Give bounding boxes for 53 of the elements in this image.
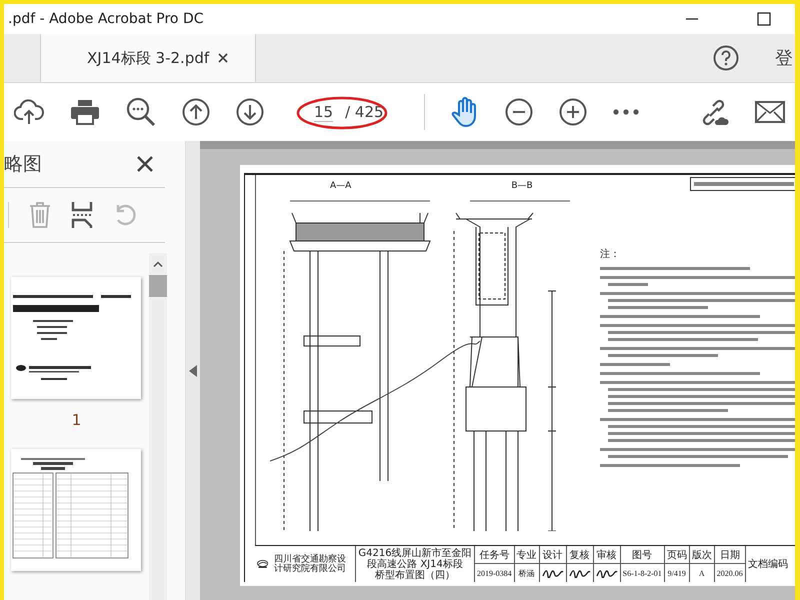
collapse-icon[interactable] <box>189 364 197 376</box>
drawing-title: 桥型布置图（四） <box>375 570 455 580</box>
scroll-up-icon[interactable] <box>153 261 163 267</box>
title-block-header: 日期 <box>714 546 745 564</box>
mail-icon[interactable] <box>755 101 785 123</box>
title-block-value: 2019-0384 <box>476 568 513 580</box>
page-total: / 425 <box>345 103 384 121</box>
title-block-header: 设计 <box>540 546 566 564</box>
close-icon[interactable] <box>218 53 228 63</box>
sign-in-label[interactable]: 登 <box>775 46 793 70</box>
title-block-header: 图号 <box>620 546 664 564</box>
print-icon[interactable] <box>70 99 100 125</box>
extract-pages-icon[interactable] <box>71 201 93 229</box>
arrow-up-icon[interactable] <box>182 98 210 126</box>
page-thumbnail[interactable] <box>10 277 140 399</box>
window-title: .pdf - Adobe Acrobat Pro DC <box>8 11 204 27</box>
cloud-upload-icon[interactable] <box>14 98 44 126</box>
maximize-icon[interactable] <box>757 12 771 26</box>
signature-drawing <box>596 568 618 578</box>
document-tab[interactable]: XJ14标段 3-2.pdf <box>41 34 256 82</box>
panel-title: 略图 <box>4 152 42 177</box>
zoom-in-icon[interactable] <box>558 98 587 126</box>
scroll-thumb[interactable] <box>149 275 167 297</box>
notes-heading: 注： <box>600 248 621 261</box>
page-number-field[interactable]: 15 <box>314 102 334 122</box>
signature-drawing <box>568 568 591 578</box>
title-block-header: 文档编码 <box>748 558 788 571</box>
section-label: B—B <box>511 181 533 191</box>
company-name: 四川省交通勘察设计研究院有限公司 <box>274 554 348 574</box>
title-block-value: A <box>698 568 706 580</box>
title-block-value: 9/419 <box>666 568 687 580</box>
title-block-header: 任务号 <box>475 546 514 564</box>
title-block-header: 审核 <box>594 546 620 564</box>
hand-icon[interactable] <box>450 97 479 127</box>
title-block-header: 页码 <box>664 546 689 564</box>
zoom-out-icon[interactable] <box>504 98 533 126</box>
title-block-value: 2020.06 <box>716 568 744 580</box>
more-icon[interactable] <box>612 109 639 115</box>
search-icon[interactable] <box>126 97 156 127</box>
page-label: 1 <box>72 411 82 429</box>
scrollbar[interactable] <box>149 253 167 600</box>
signature-drawing <box>542 568 564 578</box>
title-block-value: S6-1-8-2-01 <box>622 568 663 580</box>
title-block-value: 桥涵 <box>518 568 536 580</box>
title-block-header: 复核 <box>566 546 593 564</box>
help-icon[interactable] <box>713 45 739 71</box>
section-label: A—A <box>330 181 352 191</box>
arrow-down-icon[interactable] <box>236 98 264 126</box>
close-icon[interactable] <box>137 156 153 172</box>
page-thumbnail[interactable] <box>10 449 140 571</box>
project-name: G4216线屏山新市至金阳段高速公路 XJ14标段 <box>357 548 473 570</box>
title-block-header: 专业 <box>514 546 539 564</box>
title-block-header: 版次 <box>690 546 714 564</box>
